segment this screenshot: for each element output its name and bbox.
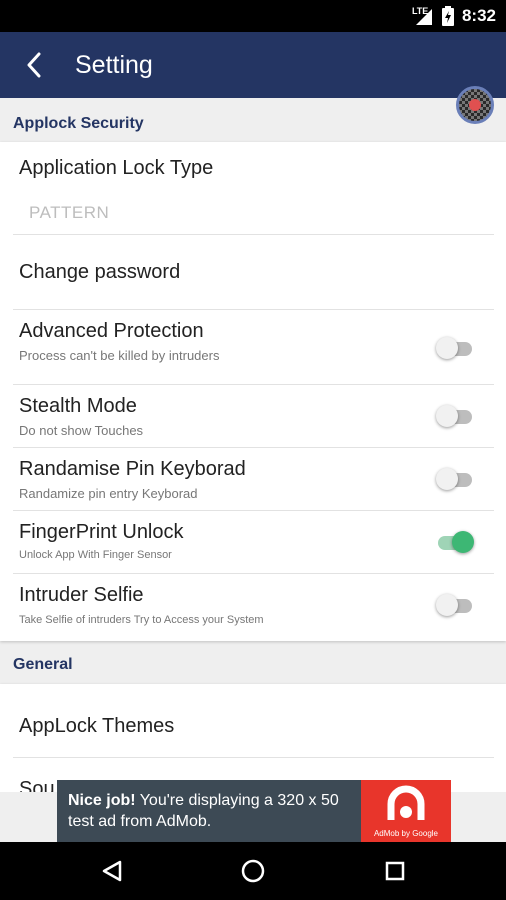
stealth-mode-toggle[interactable] bbox=[436, 404, 474, 428]
nav-home-button[interactable] bbox=[236, 854, 270, 888]
lock-type-value: PATTERN bbox=[29, 203, 110, 222]
randomise-pin-toggle[interactable] bbox=[436, 467, 474, 491]
ad-headline: Nice job! bbox=[68, 792, 136, 809]
advanced-protection-title: Advanced Protection bbox=[19, 320, 204, 342]
randomise-pin-row[interactable]: Randamise Pin Keyborad Randamize pin ent… bbox=[13, 448, 494, 511]
fingerprint-title: FingerPrint Unlock bbox=[19, 521, 184, 543]
ad-banner[interactable]: Nice job! You're displaying a 320 x 50 t… bbox=[57, 780, 451, 842]
back-arrow-icon bbox=[27, 52, 41, 78]
intruder-selfie-subtitle: Take Selfie of intruders Try to Access y… bbox=[19, 614, 264, 626]
admob-icon bbox=[387, 785, 425, 820]
section-header-applock-security: Applock Security bbox=[13, 115, 144, 132]
battery-icon bbox=[441, 6, 454, 26]
stealth-mode-title: Stealth Mode bbox=[19, 395, 137, 417]
nav-home-icon bbox=[241, 859, 265, 883]
clock: 8:32 bbox=[461, 6, 496, 25]
record-dot-icon bbox=[469, 99, 481, 111]
lock-type-row[interactable]: Application Lock Type PATTERN bbox=[13, 142, 494, 235]
ad-logo-caption: AdMob by Google bbox=[373, 829, 439, 838]
stealth-mode-row[interactable]: Stealth Mode Do not show Touches bbox=[13, 385, 494, 448]
lock-type-title: Application Lock Type bbox=[19, 157, 214, 179]
partial-row-title: Sou bbox=[19, 778, 55, 792]
fingerprint-subtitle: Unlock App With Finger Sensor bbox=[19, 549, 172, 561]
intruder-selfie-title: Intruder Selfie bbox=[19, 584, 144, 606]
nav-recents-icon bbox=[385, 861, 405, 881]
change-password-row[interactable]: Change password bbox=[13, 235, 494, 310]
admob-logo: AdMob by Google bbox=[361, 780, 451, 842]
navigation-bar bbox=[0, 842, 506, 900]
advanced-protection-row[interactable]: Advanced Protection Process can't be kil… bbox=[13, 310, 494, 385]
nav-back-button[interactable] bbox=[95, 854, 129, 888]
intruder-selfie-row[interactable]: Intruder Selfie Take Selfie of intruders… bbox=[13, 574, 494, 641]
intruder-selfie-toggle[interactable] bbox=[436, 593, 474, 617]
themes-title: AppLock Themes bbox=[19, 715, 175, 737]
randomise-pin-title: Randamise Pin Keyborad bbox=[19, 458, 246, 480]
fingerprint-toggle[interactable] bbox=[436, 530, 474, 554]
change-password-title: Change password bbox=[19, 261, 181, 283]
screen-recorder-bubble[interactable] bbox=[456, 86, 494, 124]
status-bar: LTE 8:32 bbox=[0, 0, 506, 32]
themes-row[interactable]: AppLock Themes bbox=[13, 684, 494, 758]
advanced-protection-toggle[interactable] bbox=[436, 336, 474, 360]
randomise-pin-subtitle: Randamize pin entry Keyborad bbox=[19, 486, 198, 501]
nav-recents-button[interactable] bbox=[378, 854, 412, 888]
app-bar: Setting bbox=[0, 32, 506, 98]
fingerprint-row[interactable]: FingerPrint Unlock Unlock App With Finge… bbox=[13, 511, 494, 574]
applock-security-card: Application Lock Type PATTERN Change pas… bbox=[0, 142, 506, 641]
signal-icon: LTE bbox=[412, 6, 434, 26]
section-header-general: General bbox=[13, 656, 73, 673]
page-title: Setting bbox=[75, 51, 153, 79]
nav-back-icon bbox=[102, 860, 122, 882]
ad-text: Nice job! You're displaying a 320 x 50 t… bbox=[68, 790, 353, 832]
advanced-protection-subtitle: Process can't be killed by intruders bbox=[19, 348, 220, 363]
back-button[interactable] bbox=[14, 45, 54, 85]
stealth-mode-subtitle: Do not show Touches bbox=[19, 423, 144, 438]
general-card: AppLock Themes Sou bbox=[0, 684, 506, 792]
